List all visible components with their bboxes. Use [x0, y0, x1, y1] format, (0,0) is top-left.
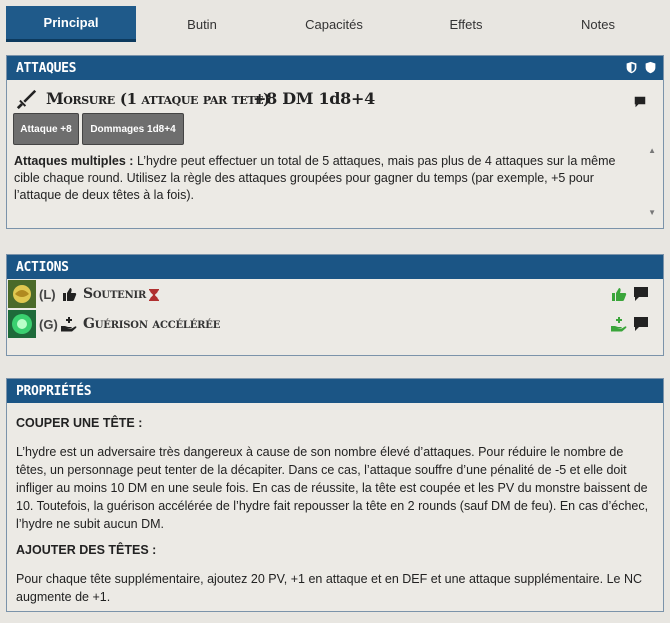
scroll-up-arrow[interactable]: ▲	[648, 146, 656, 155]
actions-title: ACTIONS	[16, 259, 69, 275]
properties-body: COUPER UNE TÊTE : L’hydre est un adversa…	[16, 414, 656, 614]
section-heading: AJOUTER DES TÊTES :	[16, 543, 157, 557]
actions-panel: ACTIONS (L) Soutenir (G) Guérison accélé…	[6, 254, 664, 356]
attack-stats: +8 DM 1d8+4	[253, 89, 375, 108]
section-heading: COUPER UNE TÊTE :	[16, 416, 143, 430]
tab-capacites[interactable]: Capacités	[268, 6, 400, 42]
action-prefix: (G)	[39, 317, 58, 332]
shield-icon[interactable]	[644, 61, 657, 74]
properties-title: PROPRIÉTÉS	[16, 383, 92, 399]
shield-half-icon[interactable]	[625, 61, 638, 74]
tab-notes[interactable]: Notes	[532, 6, 664, 42]
properties-header: PROPRIÉTÉS	[7, 379, 663, 403]
chat-icon[interactable]	[634, 96, 646, 108]
healing-thumbnail	[8, 310, 36, 338]
tab-principal[interactable]: Principal	[6, 6, 136, 42]
action-row[interactable]: (L) Soutenir	[7, 280, 663, 308]
section-text: L’hydre est un adversaire très dangereux…	[16, 445, 649, 531]
chat-icon[interactable]	[633, 316, 649, 332]
attack-name-main: Morsure	[46, 89, 115, 108]
thumbs-up-green-icon[interactable]	[611, 286, 627, 302]
action-name[interactable]: Guérison accélérée	[83, 316, 220, 332]
action-prefix: (L)	[39, 287, 56, 302]
section-text: Pour chaque tête supplémentaire, ajoutez…	[16, 572, 643, 604]
attack-line: Morsure (1 attaque par tete) +8 DM 1d8+4	[16, 88, 656, 110]
chat-icon[interactable]	[633, 286, 649, 302]
hand-heal-icon	[61, 317, 77, 332]
hourglass-icon	[149, 289, 159, 301]
attack-name[interactable]: Morsure (1 attaque par tete)	[46, 89, 270, 108]
tab-bar: Principal Butin Capacités Effets Notes	[6, 6, 664, 42]
attacks-header: ATTAQUES	[7, 56, 663, 80]
attack-description: Attaques multiples : L’hydre peut effect…	[14, 153, 629, 204]
sword-icon	[16, 89, 37, 110]
properties-panel: PROPRIÉTÉS COUPER UNE TÊTE : L’hydre est…	[6, 378, 664, 612]
tab-effets[interactable]: Effets	[400, 6, 532, 42]
attacks-title: ATTAQUES	[16, 60, 77, 76]
actions-header: ACTIONS	[7, 255, 663, 279]
tab-butin[interactable]: Butin	[136, 6, 268, 42]
action-row[interactable]: (G) Guérison accélérée	[7, 310, 663, 338]
support-thumbnail	[8, 280, 36, 308]
attack-name-detail: (1 attaque par tete)	[119, 90, 270, 108]
hand-heal-green-icon[interactable]	[611, 316, 627, 332]
scroll-down-arrow[interactable]: ▼	[648, 208, 656, 217]
attack-roll-button[interactable]: Attaque +8	[13, 113, 79, 145]
action-name[interactable]: Soutenir	[83, 286, 146, 302]
damage-roll-button[interactable]: Dommages 1d8+4	[82, 113, 184, 145]
desc-bold: Attaques multiples :	[14, 154, 134, 168]
thumbs-up-icon	[63, 288, 77, 301]
